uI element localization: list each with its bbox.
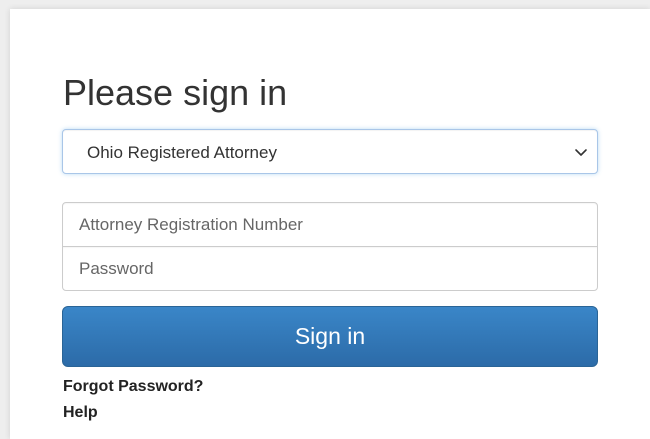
forgot-password-link[interactable]: Forgot Password? [63, 378, 203, 396]
user-type-select[interactable]: Ohio Registered Attorney [62, 129, 598, 174]
sign-in-button[interactable]: Sign in [62, 306, 598, 367]
user-type-selected-value: Ohio Registered Attorney [87, 143, 277, 162]
help-link[interactable]: Help [63, 404, 98, 422]
password-input[interactable] [62, 246, 598, 291]
chevron-down-icon [575, 149, 587, 156]
credentials-group [62, 202, 598, 291]
registration-number-input[interactable] [62, 202, 598, 247]
page-title: Please sign in [63, 72, 288, 113]
